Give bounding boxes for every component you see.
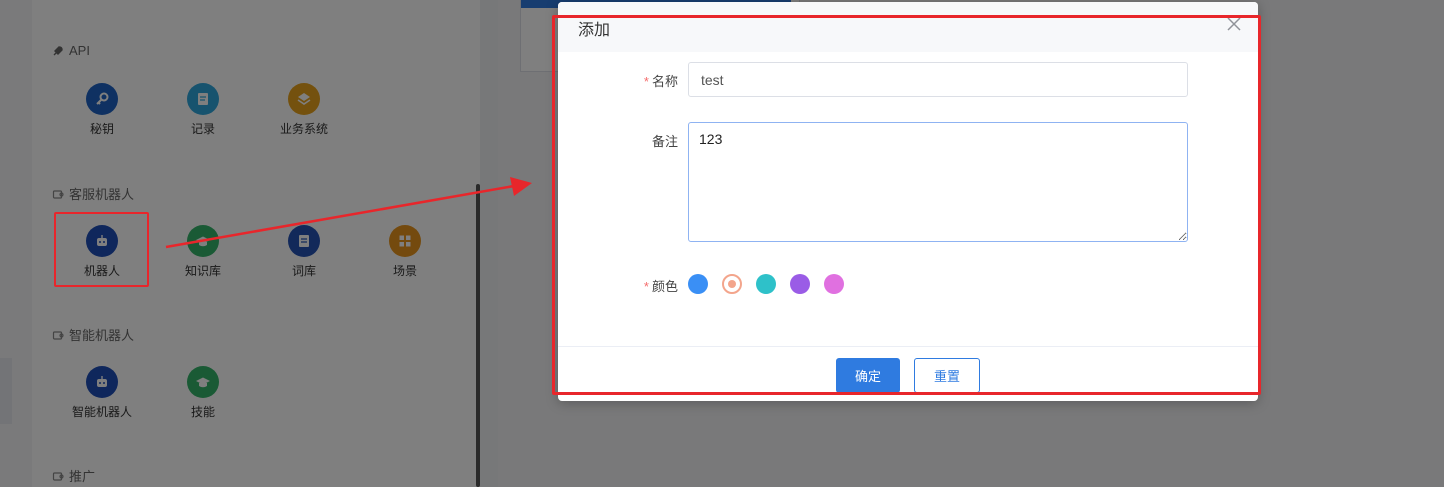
- highlight-box-dialog: [552, 15, 1261, 395]
- highlight-box-robot: [54, 212, 149, 287]
